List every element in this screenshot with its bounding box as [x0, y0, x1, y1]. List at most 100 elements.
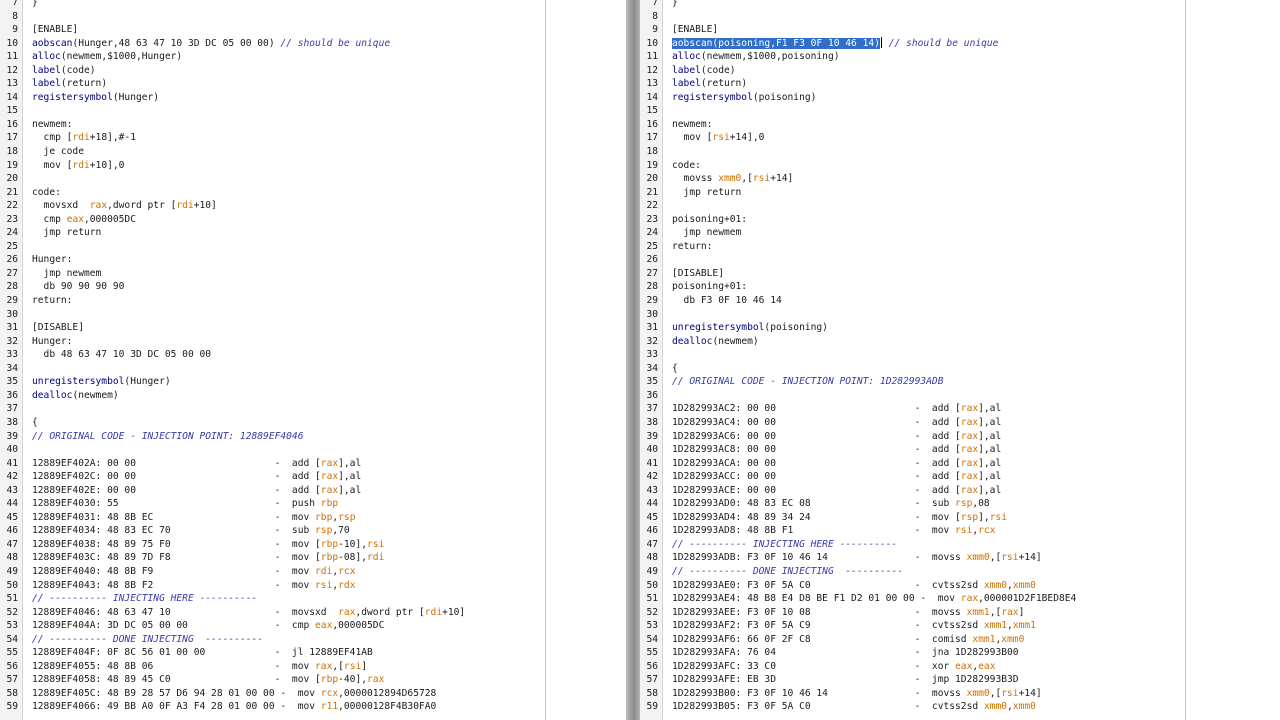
- code-line[interactable]: 7}: [640, 0, 1185, 10]
- code-line[interactable]: 19 code:: [640, 159, 1185, 173]
- code-line[interactable]: 46 12889EF4034: 48 83 EC 70 - sub rsp,70: [0, 524, 545, 538]
- code-line[interactable]: 46 1D282993AD8: 48 8B F1 - mov rsi,rcx: [640, 524, 1185, 538]
- code-line[interactable]: 10 aobscan(Hunger,48 63 47 10 3D DC 05 00…: [0, 37, 545, 51]
- code-line[interactable]: 38 1D282993AC4: 00 00 - add [rax],al: [640, 416, 1185, 430]
- code-line[interactable]: 41 12889EF402A: 00 00 - add [rax],al: [0, 457, 545, 471]
- code-line[interactable]: 49 // ---------- DONE INJECTING ---------…: [640, 565, 1185, 579]
- code-line[interactable]: 22 movsxd rax,dword ptr [rdi+10]: [0, 199, 545, 213]
- code-line[interactable]: 12 label(code): [640, 64, 1185, 78]
- code-line[interactable]: 57 1D282993AFE: EB 3D - jmp 1D282993B3D: [640, 673, 1185, 687]
- code-line[interactable]: 16 newmem:: [640, 118, 1185, 132]
- code-line[interactable]: 35 // ORIGINAL CODE - INJECTION POINT: 1D…: [640, 375, 1185, 389]
- code-line[interactable]: 51 // ---------- INJECTING HERE ---------…: [0, 592, 545, 606]
- code-line[interactable]: 13 label(return): [0, 77, 545, 91]
- code-line[interactable]: 51 1D282993AE4: 48 B8 E4 D8 BE F1 D2 01 0…: [640, 592, 1185, 606]
- code-line[interactable]: 7}: [0, 0, 545, 10]
- code-line[interactable]: 26: [640, 253, 1185, 267]
- code-line[interactable]: 27 jmp newmem: [0, 267, 545, 281]
- code-line[interactable]: 35 unregistersymbol(Hunger): [0, 375, 545, 389]
- code-line[interactable]: 29 return:: [0, 294, 545, 308]
- code-line[interactable]: 59 1D282993B05: F3 0F 5A C0 - cvtss2sd xm…: [640, 700, 1185, 714]
- code-line[interactable]: 59 12889EF4066: 49 BB A0 0F A3 F4 28 01 0…: [0, 700, 545, 714]
- code-line[interactable]: 45 1D282993AD4: 48 89 34 24 - mov [rsp],r…: [640, 511, 1185, 525]
- left-code-editor[interactable]: 7} 8 9 [ENABLE] 10 aobscan(Hunger,48 63 47 10…: [0, 0, 546, 720]
- code-line[interactable]: 22: [640, 199, 1185, 213]
- code-line[interactable]: 40 1D282993AC8: 00 00 - add [rax],al: [640, 443, 1185, 457]
- code-line[interactable]: 32 Hunger:: [0, 335, 545, 349]
- code-line[interactable]: 48 1D282993ADB: F3 0F 10 46 14 - movss xm…: [640, 551, 1185, 565]
- code-line[interactable]: 29 db F3 0F 10 46 14: [640, 294, 1185, 308]
- code-line[interactable]: 56 12889EF4055: 48 8B 06 - mov rax,[rsi]: [0, 660, 545, 674]
- code-line[interactable]: 20: [0, 172, 545, 186]
- code-line[interactable]: 23 cmp eax,000005DC: [0, 213, 545, 227]
- code-line[interactable]: 32 dealloc(newmem): [640, 335, 1185, 349]
- code-line[interactable]: 21 code:: [0, 186, 545, 200]
- code-line[interactable]: 31 unregistersymbol(poisoning): [640, 321, 1185, 335]
- code-line[interactable]: 40: [0, 443, 545, 457]
- code-line[interactable]: 9 [ENABLE]: [0, 23, 545, 37]
- code-line[interactable]: 19 mov [rdi+10],0: [0, 159, 545, 173]
- code-line[interactable]: 53 12889EF404A: 3D DC 05 00 00 - cmp eax,…: [0, 619, 545, 633]
- code-line[interactable]: 33: [640, 348, 1185, 362]
- code-line[interactable]: 14 registersymbol(poisoning): [640, 91, 1185, 105]
- code-line[interactable]: 39 1D282993AC6: 00 00 - add [rax],al: [640, 430, 1185, 444]
- code-line[interactable]: 49 12889EF4040: 48 8B F9 - mov rdi,rcx: [0, 565, 545, 579]
- code-line[interactable]: 38 {: [0, 416, 545, 430]
- code-line[interactable]: 34: [0, 362, 545, 376]
- code-line[interactable]: 45 12889EF4031: 48 8B EC - mov rbp,rsp: [0, 511, 545, 525]
- code-line[interactable]: 44 1D282993AD0: 48 83 EC 08 - sub rsp,08: [640, 497, 1185, 511]
- code-line[interactable]: 28 poisoning+01:: [640, 280, 1185, 294]
- code-line[interactable]: 50 1D282993AE0: F3 0F 5A C0 - cvtss2sd xm…: [640, 579, 1185, 593]
- code-line[interactable]: 55 12889EF404F: 0F 8C 56 01 00 00 - jl 12…: [0, 646, 545, 660]
- code-line[interactable]: 23 poisoning+01:: [640, 213, 1185, 227]
- code-line[interactable]: 18 je code: [0, 145, 545, 159]
- right-code-editor[interactable]: 7} 8 9 [ENABLE] 10 aobscan(poisoning,F1 F3 0F…: [640, 0, 1186, 720]
- code-line[interactable]: 31 [DISABLE]: [0, 321, 545, 335]
- code-line[interactable]: 36 dealloc(newmem): [0, 389, 545, 403]
- code-line[interactable]: 12 label(code): [0, 64, 545, 78]
- code-line[interactable]: 53 1D282993AF2: F3 0F 5A C9 - cvtss2sd xm…: [640, 619, 1185, 633]
- code-line[interactable]: 52 1D282993AEE: F3 0F 10 08 - movss xmm1,…: [640, 606, 1185, 620]
- code-line[interactable]: 42 12889EF402C: 00 00 - add [rax],al: [0, 470, 545, 484]
- code-line[interactable]: 21 jmp return: [640, 186, 1185, 200]
- code-line[interactable]: 43 12889EF402E: 00 00 - add [rax],al: [0, 484, 545, 498]
- code-line[interactable]: 24 jmp newmem: [640, 226, 1185, 240]
- code-line[interactable]: 44 12889EF4030: 55 - push rbp: [0, 497, 545, 511]
- code-line[interactable]: 42 1D282993ACC: 00 00 - add [rax],al: [640, 470, 1185, 484]
- code-line[interactable]: 54 1D282993AF6: 66 0F 2F C8 - comisd xmm1…: [640, 633, 1185, 647]
- code-line[interactable]: 47 12889EF4038: 48 89 75 F0 - mov [rbp-10…: [0, 538, 545, 552]
- code-line[interactable]: 43 1D282993ACE: 00 00 - add [rax],al: [640, 484, 1185, 498]
- code-line[interactable]: 27 [DISABLE]: [640, 267, 1185, 281]
- code-line[interactable]: 58 1D282993B00: F3 0F 10 46 14 - movss xm…: [640, 687, 1185, 701]
- code-line[interactable]: 8: [640, 10, 1185, 24]
- code-line[interactable]: 41 1D282993ACA: 00 00 - add [rax],al: [640, 457, 1185, 471]
- code-line[interactable]: 57 12889EF4058: 48 89 45 C0 - mov [rbp-40…: [0, 673, 545, 687]
- code-area[interactable]: 7} 8 9 [ENABLE] 10 aobscan(poisoning,F1 F3 0F…: [640, 0, 1185, 714]
- code-line[interactable]: 13 label(return): [640, 77, 1185, 91]
- code-line[interactable]: 14 registersymbol(Hunger): [0, 91, 545, 105]
- code-line[interactable]: 50 12889EF4043: 48 8B F2 - mov rsi,rdx: [0, 579, 545, 593]
- code-line[interactable]: 30: [0, 308, 545, 322]
- code-line[interactable]: 34 {: [640, 362, 1185, 376]
- code-line[interactable]: 37 1D282993AC2: 00 00 - add [rax],al: [640, 402, 1185, 416]
- text-selection[interactable]: aobscan(poisoning,F1 F3 0F 10 46 14): [672, 37, 880, 49]
- code-line[interactable]: 24 jmp return: [0, 226, 545, 240]
- code-area[interactable]: 7} 8 9 [ENABLE] 10 aobscan(Hunger,48 63 47 10…: [0, 0, 545, 714]
- code-line[interactable]: 52 12889EF4046: 48 63 47 10 - movsxd rax,…: [0, 606, 545, 620]
- pane-splitter[interactable]: [626, 0, 640, 720]
- code-line[interactable]: 17 cmp [rdi+18],#-1: [0, 131, 545, 145]
- code-line[interactable]: 25 return:: [640, 240, 1185, 254]
- code-line[interactable]: 58 12889EF405C: 48 B9 28 57 D6 94 28 01 0…: [0, 687, 545, 701]
- code-line[interactable]: 30: [640, 308, 1185, 322]
- code-line[interactable]: 11 alloc(newmem,$1000,Hunger): [0, 50, 545, 64]
- code-line[interactable]: 26 Hunger:: [0, 253, 545, 267]
- code-line[interactable]: 48 12889EF403C: 48 89 7D F8 - mov [rbp-08…: [0, 551, 545, 565]
- code-line[interactable]: 55 1D282993AFA: 76 04 - jna 1D282993B00: [640, 646, 1185, 660]
- code-line[interactable]: 20 movss xmm0,[rsi+14]: [640, 172, 1185, 186]
- code-line[interactable]: 33 db 48 63 47 10 3D DC 05 00 00: [0, 348, 545, 362]
- code-line[interactable]: 8: [0, 10, 545, 24]
- code-line[interactable]: 28 db 90 90 90 90: [0, 280, 545, 294]
- code-line[interactable]: 47 // ---------- INJECTING HERE ---------…: [640, 538, 1185, 552]
- code-line[interactable]: 15: [0, 104, 545, 118]
- code-line[interactable]: 25: [0, 240, 545, 254]
